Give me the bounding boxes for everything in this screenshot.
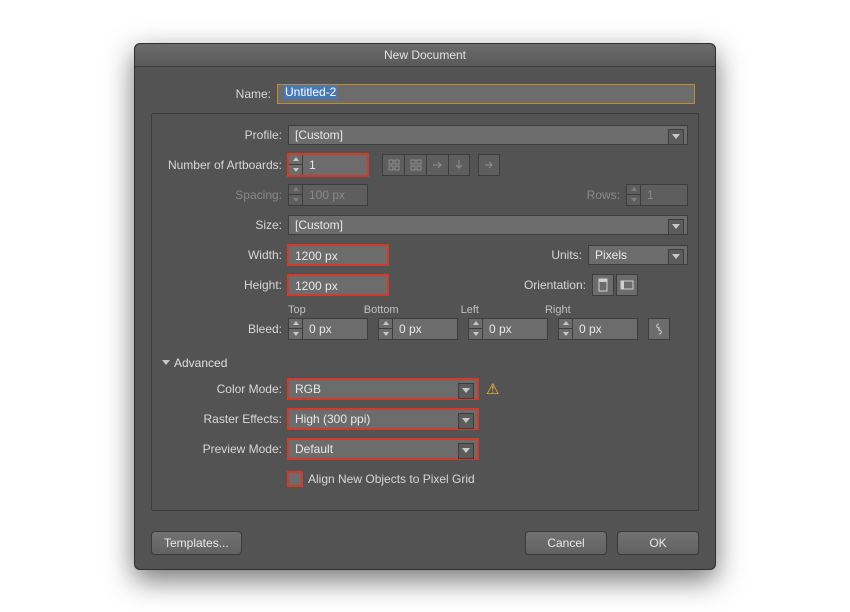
profile-label: Profile: [162, 128, 288, 142]
stepper-up-icon[interactable] [289, 155, 302, 166]
disclosure-triangle-icon [162, 360, 170, 365]
spacing-label: Spacing: [162, 188, 288, 202]
stepper-up-icon[interactable] [289, 319, 302, 330]
orientation-label: Orientation: [524, 278, 592, 292]
stepper-down-icon [289, 195, 302, 205]
raster-effects-value: High (300 ppi) [295, 412, 370, 426]
color-mode-select[interactable]: RGB [288, 379, 478, 399]
preview-mode-value: Default [295, 442, 333, 456]
stepper-down-icon[interactable] [559, 329, 572, 339]
raster-effects-label: Raster Effects: [162, 412, 288, 426]
align-pixel-grid-checkbox[interactable] [288, 472, 302, 486]
stepper-down-icon [627, 195, 640, 205]
units-select[interactable]: Pixels [588, 245, 688, 265]
stepper-up-icon [289, 185, 302, 196]
size-select[interactable]: [Custom] [288, 215, 688, 235]
preview-mode-label: Preview Mode: [162, 442, 288, 456]
bleed-left-spinner[interactable]: 0 px [468, 318, 548, 340]
bleed-right-spinner[interactable]: 0 px [558, 318, 638, 340]
width-label: Width: [162, 248, 288, 262]
num-artboards-spinner[interactable]: 1 [288, 154, 368, 176]
num-artboards-label: Number of Artboards: [162, 158, 288, 172]
bleed-bottom-value[interactable]: 0 px [392, 318, 458, 340]
document-settings-group: Profile: [Custom] Number of Artboards: 1 [151, 113, 699, 511]
bleed-bottom-label: Bottom [364, 304, 399, 316]
arrange-row-rtl-icon[interactable] [448, 154, 470, 176]
bleed-top-spinner[interactable]: 0 px [288, 318, 368, 340]
stepper-down-icon[interactable] [469, 329, 482, 339]
stepper-down-icon[interactable] [289, 165, 302, 175]
width-input[interactable]: 1200 px [288, 245, 388, 265]
units-label: Units: [551, 248, 588, 262]
align-pixel-grid-label: Align New Objects to Pixel Grid [308, 472, 475, 486]
templates-button[interactable]: Templates... [151, 531, 242, 555]
profile-value: [Custom] [295, 128, 343, 142]
bleed-right-value[interactable]: 0 px [572, 318, 638, 340]
link-bleed-icon[interactable] [648, 318, 670, 340]
num-artboards-value[interactable]: 1 [302, 154, 368, 176]
units-value: Pixels [595, 248, 627, 262]
dropdown-arrow-icon [668, 129, 684, 145]
name-input[interactable]: Untitled-2 [277, 84, 695, 104]
bleed-label: Bleed: [162, 322, 288, 336]
dialog-title: New Document [135, 44, 715, 67]
arrange-grid-col-icon[interactable] [404, 154, 426, 176]
bleed-bottom-spinner[interactable]: 0 px [378, 318, 458, 340]
name-value: Untitled-2 [284, 85, 337, 99]
profile-select[interactable]: [Custom] [288, 125, 688, 145]
dropdown-arrow-icon [458, 443, 474, 459]
dropdown-arrow-icon [458, 413, 474, 429]
spacing-spinner: 100 px [288, 184, 368, 206]
stepper-up-icon [627, 185, 640, 196]
dialog-buttons: Templates... Cancel OK [151, 531, 699, 555]
rows-label: Rows: [587, 188, 626, 202]
stepper-up-icon[interactable] [559, 319, 572, 330]
dropdown-arrow-icon [668, 219, 684, 235]
stepper-up-icon[interactable] [469, 319, 482, 330]
arrange-row-ltr-icon[interactable] [426, 154, 448, 176]
arrange-grid-row-icon[interactable] [382, 154, 404, 176]
dropdown-arrow-icon [458, 383, 474, 399]
raster-effects-select[interactable]: High (300 ppi) [288, 409, 478, 429]
bleed-top-label: Top [288, 304, 306, 316]
arrow-right-icon[interactable] [478, 154, 500, 176]
ok-button[interactable]: OK [617, 531, 699, 555]
warning-icon: ⚠ [486, 380, 499, 398]
height-label: Height: [162, 278, 288, 292]
stepper-up-icon[interactable] [379, 319, 392, 330]
bleed-left-value[interactable]: 0 px [482, 318, 548, 340]
advanced-disclosure[interactable]: Advanced [162, 356, 688, 370]
spacing-value: 100 px [302, 184, 368, 206]
color-mode-value: RGB [295, 382, 321, 396]
stepper-down-icon[interactable] [289, 329, 302, 339]
preview-mode-select[interactable]: Default [288, 439, 478, 459]
artboard-arrangement-row [382, 154, 470, 176]
color-mode-label: Color Mode: [162, 382, 288, 396]
cancel-button[interactable]: Cancel [525, 531, 607, 555]
advanced-label: Advanced [174, 356, 227, 370]
size-value: [Custom] [295, 218, 343, 232]
bleed-right-label: Right [545, 304, 571, 316]
orientation-landscape-icon[interactable] [616, 274, 638, 296]
dialog-content: Name: Untitled-2 Profile: [Custom] Numbe… [135, 67, 715, 569]
dropdown-arrow-icon [668, 249, 684, 265]
orientation-portrait-icon[interactable] [592, 274, 614, 296]
stepper-down-icon[interactable] [379, 329, 392, 339]
new-document-dialog: New Document Name: Untitled-2 Profile: [… [134, 43, 716, 570]
size-label: Size: [162, 218, 288, 232]
rows-spinner: 1 [626, 184, 688, 206]
bleed-left-label: Left [461, 304, 479, 316]
height-input[interactable]: 1200 px [288, 275, 388, 295]
name-label: Name: [151, 87, 277, 101]
rows-value: 1 [640, 184, 688, 206]
bleed-top-value[interactable]: 0 px [302, 318, 368, 340]
